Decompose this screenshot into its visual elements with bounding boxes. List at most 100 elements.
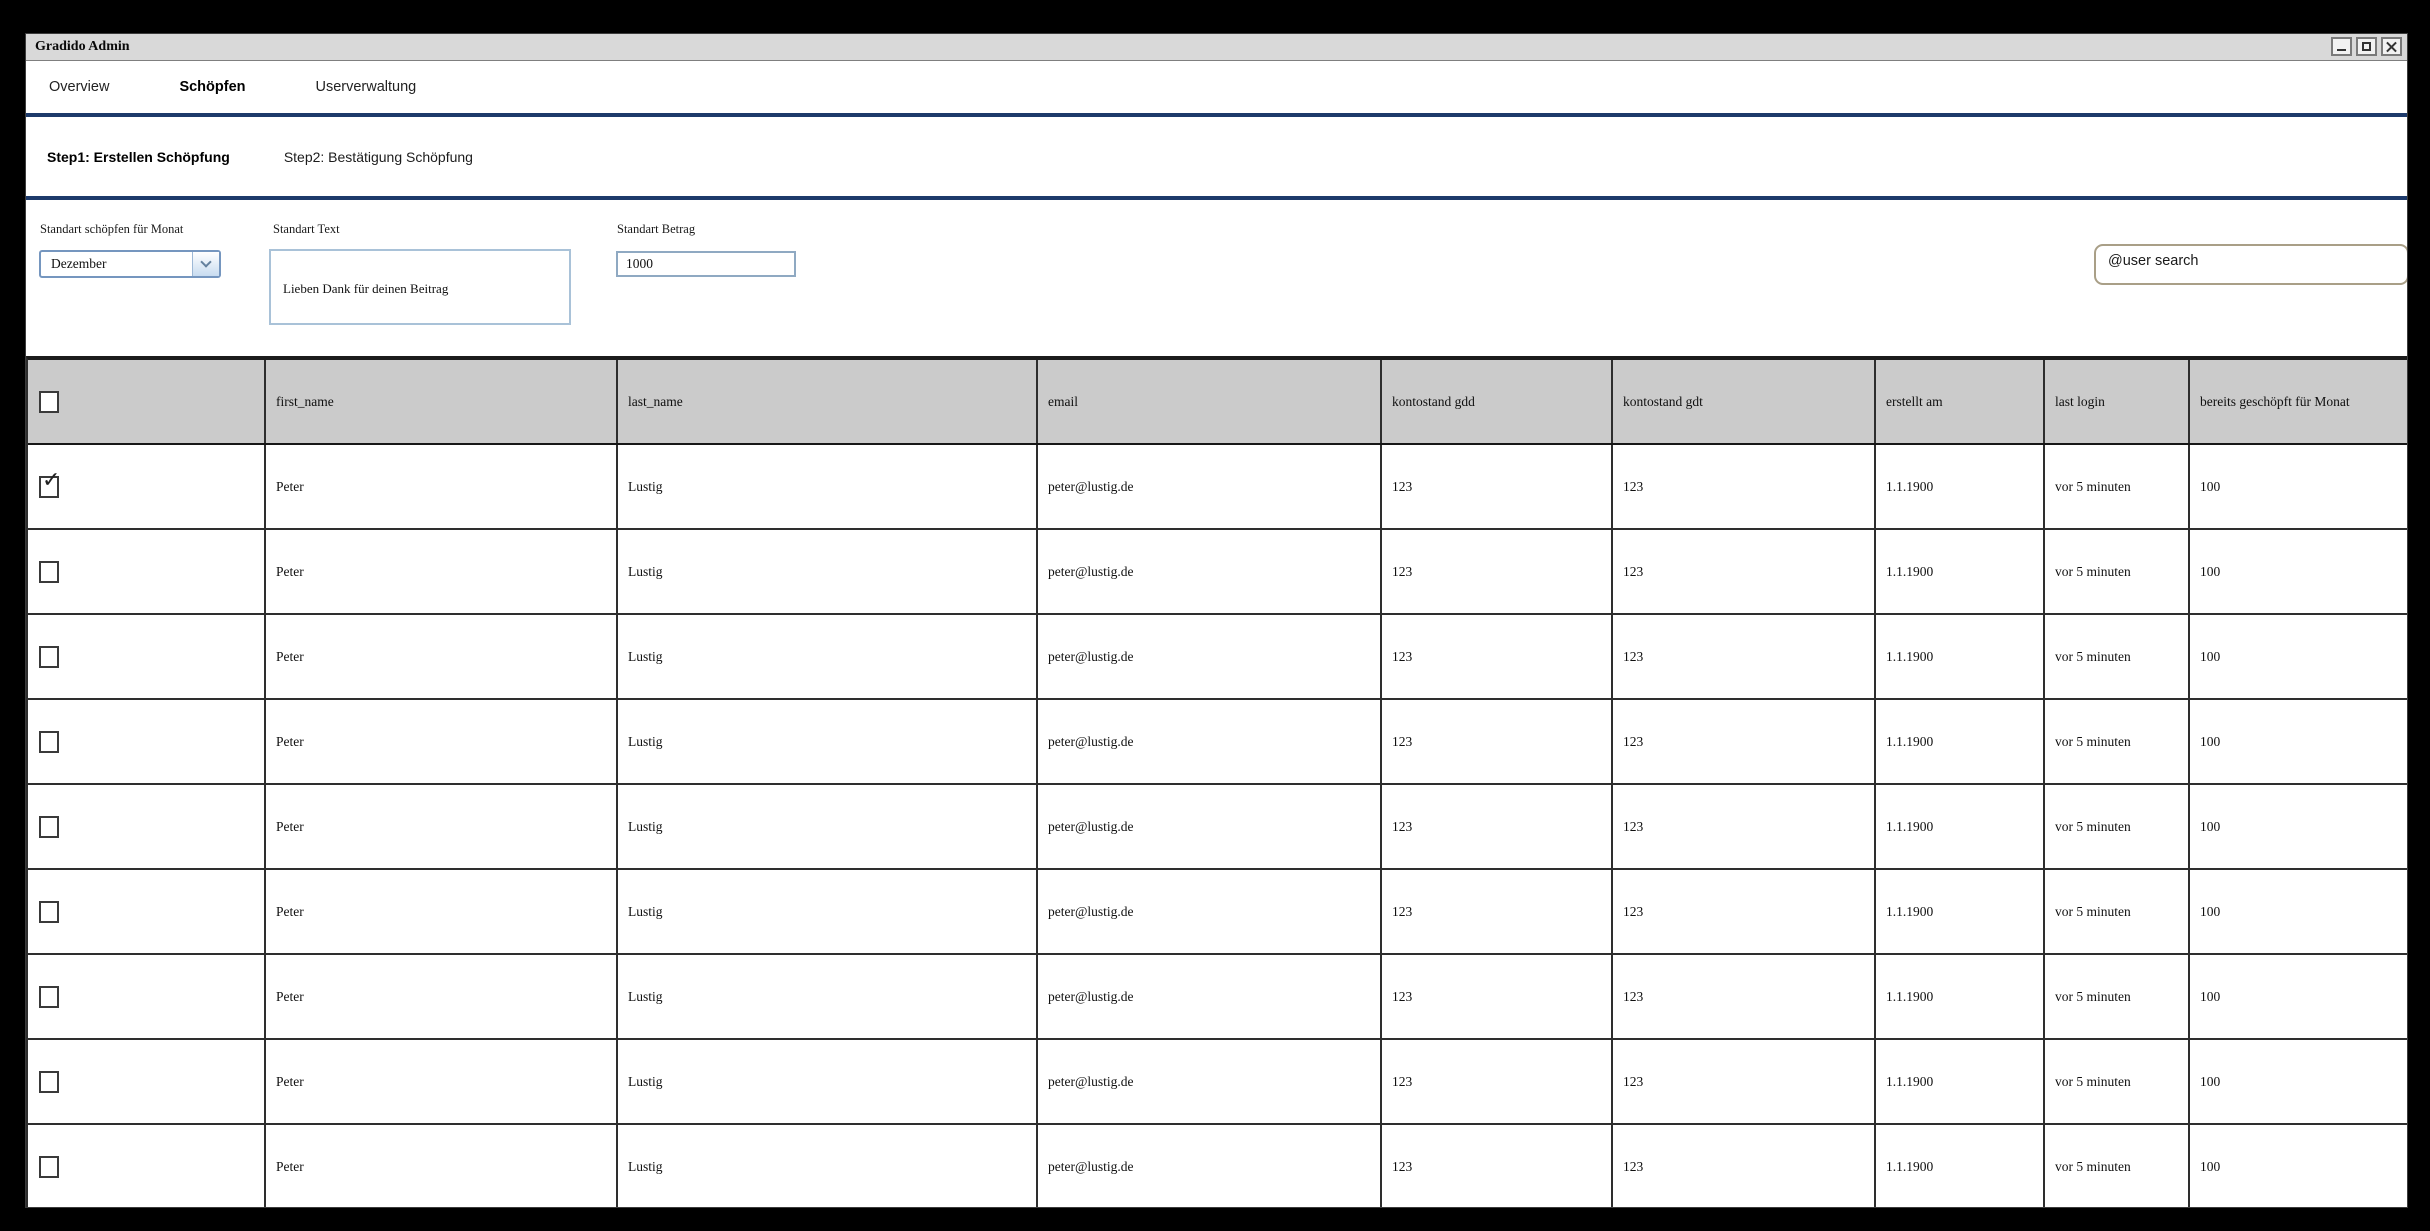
cell-kontostand-gdt: 123 [1613,445,1876,528]
step2-tab[interactable]: Step2: Bestätigung Schöpfung [284,149,473,165]
row-select-cell [28,870,266,953]
cell-erstellt-am: 1.1.1900 [1876,1125,2045,1208]
amount-input[interactable] [616,251,796,277]
header-select-cell [28,360,266,443]
row-select-cell [28,530,266,613]
title-bar: Gradido Admin [26,34,2407,61]
cell-email: peter@lustig.de [1038,530,1382,613]
cell-first-name: Peter [266,785,618,868]
cell-last-name: Lustig [618,615,1038,698]
cell-email: peter@lustig.de [1038,615,1382,698]
cell-last-name: Lustig [618,1040,1038,1123]
cell-erstellt-am: 1.1.1900 [1876,870,2045,953]
row-checkbox[interactable] [39,1071,59,1093]
cell-kontostand-gdd: 123 [1382,700,1613,783]
cell-kontostand-gdt: 123 [1613,700,1876,783]
row-checkbox[interactable] [39,646,59,668]
table-row: Peter Lustig peter@lustig.de 123 123 1.1… [28,700,2408,785]
row-select-cell [28,1125,266,1208]
cell-last-login: vor 5 minuten [2045,785,2190,868]
cell-last-name: Lustig [618,445,1038,528]
users-table: first_name last_name email kontostand gd… [26,356,2408,1208]
cell-last-name: Lustig [618,530,1038,613]
row-checkbox[interactable] [39,561,59,583]
header-first-name: first_name [266,360,618,443]
cell-email: peter@lustig.de [1038,785,1382,868]
month-select-dropdown-button[interactable] [192,252,219,276]
cell-erstellt-am: 1.1.1900 [1876,955,2045,1038]
table-row: Peter Lustig peter@lustig.de 123 123 1.1… [28,785,2408,870]
row-checkbox[interactable] [39,731,59,753]
cell-last-login: vor 5 minuten [2045,530,2190,613]
cell-bereits-geschoepft: 100 [2190,785,2408,868]
row-checkbox[interactable] [39,901,59,923]
header-kontostand-gdt: kontostand gdt [1613,360,1876,443]
cell-kontostand-gdd: 123 [1382,445,1613,528]
cell-last-login: vor 5 minuten [2045,1125,2190,1208]
cell-last-name: Lustig [618,955,1038,1038]
tab-schoepfen[interactable]: Schöpfen [179,79,245,95]
tab-userverwaltung[interactable]: Userverwaltung [316,79,417,95]
cell-kontostand-gdt: 123 [1613,1040,1876,1123]
table-row: Peter Lustig peter@lustig.de 123 123 1.1… [28,530,2408,615]
cell-erstellt-am: 1.1.1900 [1876,785,2045,868]
cell-email: peter@lustig.de [1038,445,1382,528]
row-checkbox[interactable] [39,986,59,1008]
window-controls [2331,37,2402,56]
cell-first-name: Peter [266,955,618,1038]
cell-kontostand-gdt: 123 [1613,955,1876,1038]
cell-erstellt-am: 1.1.1900 [1876,1040,2045,1123]
cell-last-name: Lustig [618,700,1038,783]
cell-erstellt-am: 1.1.1900 [1876,700,2045,783]
amount-label: Standart Betrag [617,222,695,237]
cell-email: peter@lustig.de [1038,1125,1382,1208]
select-all-checkbox[interactable] [39,391,59,413]
cell-kontostand-gdt: 123 [1613,870,1876,953]
cell-kontostand-gdt: 123 [1613,530,1876,613]
cell-email: peter@lustig.de [1038,870,1382,953]
table-row: Peter Lustig peter@lustig.de 123 123 1.1… [28,870,2408,955]
tab-overview[interactable]: Overview [49,79,109,95]
user-search-input[interactable] [2094,244,2408,285]
cell-bereits-geschoepft: 100 [2190,1040,2408,1123]
maximize-icon [2362,42,2371,51]
month-select[interactable]: Dezember [39,250,221,278]
table-row: Peter Lustig peter@lustig.de 123 123 1.1… [28,1125,2408,1208]
row-checkbox[interactable]: ✓ [39,476,59,498]
chevron-down-icon [200,256,211,267]
minimize-button[interactable] [2331,37,2352,56]
row-select-cell [28,1040,266,1123]
table-row: Peter Lustig peter@lustig.de 123 123 1.1… [28,1040,2408,1125]
maximize-button[interactable] [2356,37,2377,56]
month-select-label: Standart schöpfen für Monat [40,222,183,237]
cell-last-login: vor 5 minuten [2045,1040,2190,1123]
table-row: Peter Lustig peter@lustig.de 123 123 1.1… [28,615,2408,700]
cell-first-name: Peter [266,530,618,613]
app-window: Gradido Admin Overview Schöpfen Userverw… [25,33,2408,1208]
cell-last-login: vor 5 minuten [2045,700,2190,783]
step1-tab[interactable]: Step1: Erstellen Schöpfung [47,149,230,165]
table-header-row: first_name last_name email kontostand gd… [28,360,2408,445]
cell-kontostand-gdd: 123 [1382,530,1613,613]
cell-bereits-geschoepft: 100 [2190,1125,2408,1208]
cell-last-login: vor 5 minuten [2045,870,2190,953]
cell-kontostand-gdt: 123 [1613,1125,1876,1208]
cell-erstellt-am: 1.1.1900 [1876,615,2045,698]
cell-last-name: Lustig [618,870,1038,953]
table-body: ✓ Peter Lustig peter@lustig.de 123 123 1… [28,445,2408,1208]
month-select-value: Dezember [41,256,192,272]
header-last-name: last_name [618,360,1038,443]
window-title: Gradido Admin [26,39,130,55]
cell-first-name: Peter [266,615,618,698]
standard-text-label: Standart Text [273,222,340,237]
row-checkbox[interactable] [39,816,59,838]
row-select-cell [28,955,266,1038]
cell-first-name: Peter [266,445,618,528]
standard-text-input[interactable]: Lieben Dank für deinen Beitrag [269,249,571,325]
header-kontostand-gdd: kontostand gdd [1382,360,1613,443]
close-button[interactable] [2381,37,2402,56]
row-select-cell [28,700,266,783]
cell-email: peter@lustig.de [1038,700,1382,783]
step-tabbar: Step1: Erstellen Schöpfung Step2: Bestät… [26,117,2407,196]
row-checkbox[interactable] [39,1156,59,1178]
